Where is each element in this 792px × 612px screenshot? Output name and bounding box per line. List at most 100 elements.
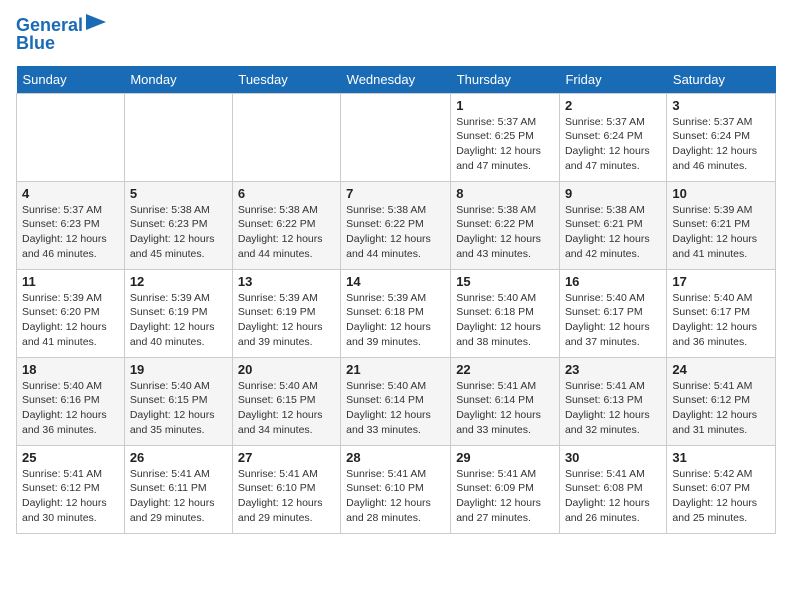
calendar-cell: 6 Sunrise: 5:38 AM Sunset: 6:22 PM Daylig…	[232, 181, 340, 269]
calendar-cell: 31 Sunrise: 5:42 AM Sunset: 6:07 PM Dayli…	[667, 445, 776, 533]
logo-arrow-icon	[86, 14, 106, 30]
day-number: 7	[346, 186, 445, 201]
day-info: Sunrise: 5:39 AM Sunset: 6:19 PM Dayligh…	[130, 291, 227, 350]
weekday-header-wednesday: Wednesday	[341, 66, 451, 94]
weekday-header-tuesday: Tuesday	[232, 66, 340, 94]
day-number: 24	[672, 362, 770, 377]
calendar-cell: 23Sunrise: 5:41 AM Sunset: 6:13 PM Dayli…	[559, 357, 666, 445]
calendar-cell: 1 Sunrise: 5:37 AM Sunset: 6:25 PM Daylig…	[451, 93, 560, 181]
day-number: 30	[565, 450, 661, 465]
day-number: 20	[238, 362, 335, 377]
calendar-cell: 15 Sunrise: 5:40 AM Sunset: 6:18 PM Dayli…	[451, 269, 560, 357]
day-info: Sunrise: 5:37 AM Sunset: 6:25 PM Dayligh…	[456, 115, 554, 174]
day-info: Sunrise: 5:38 AM Sunset: 6:22 PM Dayligh…	[346, 203, 445, 262]
day-number: 26	[130, 450, 227, 465]
calendar-cell: 12 Sunrise: 5:39 AM Sunset: 6:19 PM Dayli…	[124, 269, 232, 357]
day-number: 4	[22, 186, 119, 201]
day-info: Sunrise: 5:39 AM Sunset: 6:19 PM Dayligh…	[238, 291, 335, 350]
day-info: Sunrise: 5:41 AM Sunset: 6:14 PM Dayligh…	[456, 379, 554, 438]
day-number: 22	[456, 362, 554, 377]
calendar-cell: 2 Sunrise: 5:37 AM Sunset: 6:24 PM Daylig…	[559, 93, 666, 181]
day-number: 2	[565, 98, 661, 113]
weekday-header-friday: Friday	[559, 66, 666, 94]
day-info: Sunrise: 5:39 AM Sunset: 6:21 PM Dayligh…	[672, 203, 770, 262]
day-number: 1	[456, 98, 554, 113]
day-number: 8	[456, 186, 554, 201]
day-info: Sunrise: 5:41 AM Sunset: 6:12 PM Dayligh…	[22, 467, 119, 526]
calendar-cell: 27 Sunrise: 5:41 AM Sunset: 6:10 PM Dayli…	[232, 445, 340, 533]
day-info: Sunrise: 5:41 AM Sunset: 6:12 PM Dayligh…	[672, 379, 770, 438]
calendar-week-4: 18 Sunrise: 5:40 AM Sunset: 6:16 PM Dayli…	[17, 357, 776, 445]
calendar-cell: 21 Sunrise: 5:40 AM Sunset: 6:14 PM Dayli…	[341, 357, 451, 445]
day-info: Sunrise: 5:38 AM Sunset: 6:22 PM Dayligh…	[238, 203, 335, 262]
page-header: General Blue	[16, 16, 776, 54]
day-number: 5	[130, 186, 227, 201]
day-info: Sunrise: 5:41 AM Sunset: 6:11 PM Dayligh…	[130, 467, 227, 526]
calendar-week-3: 11Sunrise: 5:39 AM Sunset: 6:20 PM Dayli…	[17, 269, 776, 357]
calendar-week-2: 4 Sunrise: 5:37 AM Sunset: 6:23 PM Daylig…	[17, 181, 776, 269]
calendar-cell: 30 Sunrise: 5:41 AM Sunset: 6:08 PM Dayli…	[559, 445, 666, 533]
day-info: Sunrise: 5:38 AM Sunset: 6:22 PM Dayligh…	[456, 203, 554, 262]
calendar-cell: 20Sunrise: 5:40 AM Sunset: 6:15 PM Dayli…	[232, 357, 340, 445]
day-info: Sunrise: 5:40 AM Sunset: 6:17 PM Dayligh…	[565, 291, 661, 350]
calendar-table: SundayMondayTuesdayWednesdayThursdayFrid…	[16, 66, 776, 534]
day-number: 28	[346, 450, 445, 465]
day-info: Sunrise: 5:41 AM Sunset: 6:10 PM Dayligh…	[238, 467, 335, 526]
day-info: Sunrise: 5:37 AM Sunset: 6:23 PM Dayligh…	[22, 203, 119, 262]
logo-blue-text: Blue	[16, 34, 55, 54]
day-info: Sunrise: 5:42 AM Sunset: 6:07 PM Dayligh…	[672, 467, 770, 526]
calendar-cell: 10 Sunrise: 5:39 AM Sunset: 6:21 PM Dayli…	[667, 181, 776, 269]
day-info: Sunrise: 5:41 AM Sunset: 6:08 PM Dayligh…	[565, 467, 661, 526]
day-info: Sunrise: 5:40 AM Sunset: 6:15 PM Dayligh…	[130, 379, 227, 438]
calendar-cell: 5 Sunrise: 5:38 AM Sunset: 6:23 PM Daylig…	[124, 181, 232, 269]
day-info: Sunrise: 5:41 AM Sunset: 6:09 PM Dayligh…	[456, 467, 554, 526]
calendar-cell: 17Sunrise: 5:40 AM Sunset: 6:17 PM Dayli…	[667, 269, 776, 357]
day-number: 25	[22, 450, 119, 465]
calendar-cell: 22 Sunrise: 5:41 AM Sunset: 6:14 PM Dayli…	[451, 357, 560, 445]
day-number: 21	[346, 362, 445, 377]
calendar-cell	[341, 93, 451, 181]
day-number: 3	[672, 98, 770, 113]
day-number: 6	[238, 186, 335, 201]
calendar-cell: 3 Sunrise: 5:37 AM Sunset: 6:24 PM Daylig…	[667, 93, 776, 181]
calendar-cell: 18 Sunrise: 5:40 AM Sunset: 6:16 PM Dayli…	[17, 357, 125, 445]
calendar-cell: 7 Sunrise: 5:38 AM Sunset: 6:22 PM Daylig…	[341, 181, 451, 269]
calendar-cell: 29 Sunrise: 5:41 AM Sunset: 6:09 PM Dayli…	[451, 445, 560, 533]
calendar-cell: 24 Sunrise: 5:41 AM Sunset: 6:12 PM Dayli…	[667, 357, 776, 445]
day-info: Sunrise: 5:41 AM Sunset: 6:13 PM Dayligh…	[565, 379, 661, 438]
calendar-cell	[17, 93, 125, 181]
weekday-header-sunday: Sunday	[17, 66, 125, 94]
calendar-cell: 28Sunrise: 5:41 AM Sunset: 6:10 PM Dayli…	[341, 445, 451, 533]
weekday-header-row: SundayMondayTuesdayWednesdayThursdayFrid…	[17, 66, 776, 94]
day-info: Sunrise: 5:38 AM Sunset: 6:23 PM Dayligh…	[130, 203, 227, 262]
day-info: Sunrise: 5:37 AM Sunset: 6:24 PM Dayligh…	[565, 115, 661, 174]
day-number: 12	[130, 274, 227, 289]
day-number: 29	[456, 450, 554, 465]
day-info: Sunrise: 5:40 AM Sunset: 6:14 PM Dayligh…	[346, 379, 445, 438]
calendar-cell	[232, 93, 340, 181]
day-number: 31	[672, 450, 770, 465]
calendar-cell: 9Sunrise: 5:38 AM Sunset: 6:21 PM Daylig…	[559, 181, 666, 269]
day-number: 27	[238, 450, 335, 465]
calendar-cell: 4 Sunrise: 5:37 AM Sunset: 6:23 PM Daylig…	[17, 181, 125, 269]
calendar-cell: 16 Sunrise: 5:40 AM Sunset: 6:17 PM Dayli…	[559, 269, 666, 357]
weekday-header-monday: Monday	[124, 66, 232, 94]
calendar-cell: 8 Sunrise: 5:38 AM Sunset: 6:22 PM Daylig…	[451, 181, 560, 269]
day-info: Sunrise: 5:37 AM Sunset: 6:24 PM Dayligh…	[672, 115, 770, 174]
day-info: Sunrise: 5:40 AM Sunset: 6:18 PM Dayligh…	[456, 291, 554, 350]
calendar-cell: 25 Sunrise: 5:41 AM Sunset: 6:12 PM Dayli…	[17, 445, 125, 533]
calendar-cell: 14Sunrise: 5:39 AM Sunset: 6:18 PM Dayli…	[341, 269, 451, 357]
calendar-week-1: 1 Sunrise: 5:37 AM Sunset: 6:25 PM Daylig…	[17, 93, 776, 181]
calendar-cell: 13Sunrise: 5:39 AM Sunset: 6:19 PM Dayli…	[232, 269, 340, 357]
calendar-cell: 11Sunrise: 5:39 AM Sunset: 6:20 PM Dayli…	[17, 269, 125, 357]
day-info: Sunrise: 5:40 AM Sunset: 6:17 PM Dayligh…	[672, 291, 770, 350]
day-number: 18	[22, 362, 119, 377]
day-info: Sunrise: 5:38 AM Sunset: 6:21 PM Dayligh…	[565, 203, 661, 262]
day-number: 19	[130, 362, 227, 377]
calendar-body: 1 Sunrise: 5:37 AM Sunset: 6:25 PM Daylig…	[17, 93, 776, 533]
day-number: 16	[565, 274, 661, 289]
day-info: Sunrise: 5:40 AM Sunset: 6:16 PM Dayligh…	[22, 379, 119, 438]
day-number: 15	[456, 274, 554, 289]
day-number: 14	[346, 274, 445, 289]
day-number: 10	[672, 186, 770, 201]
